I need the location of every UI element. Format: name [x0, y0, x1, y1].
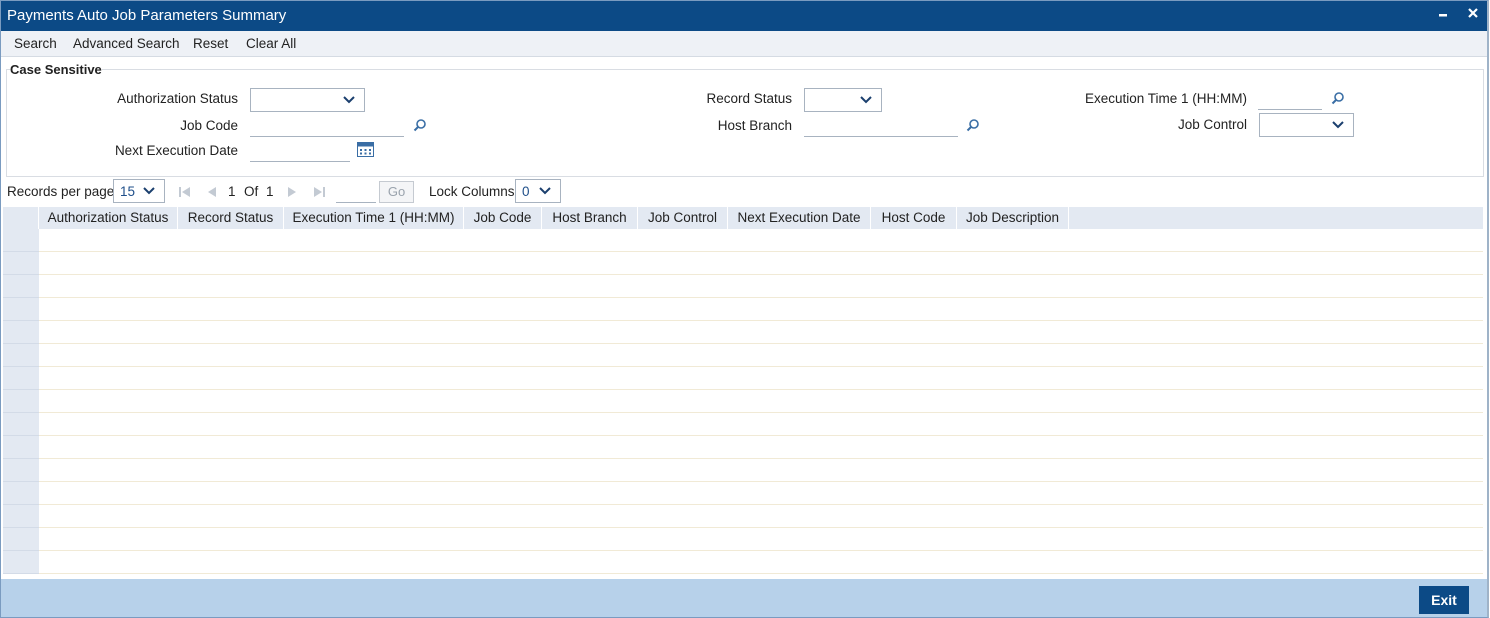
row-selector[interactable] [3, 482, 39, 505]
row-selector[interactable] [3, 252, 39, 275]
row-selector[interactable] [3, 528, 39, 551]
clear-all-button[interactable]: Clear All [246, 36, 296, 51]
job-code-lookup-icon[interactable] [413, 118, 429, 134]
window-title: Payments Auto Job Parameters Summary [7, 7, 287, 24]
table-row[interactable] [39, 505, 1483, 528]
footer-bar [1, 579, 1487, 617]
host-branch-label: Host Branch [717, 118, 792, 133]
exit-button[interactable]: Exit [1419, 586, 1469, 614]
table-row[interactable] [39, 321, 1483, 344]
next-page-icon[interactable] [285, 185, 299, 199]
lock-columns-select[interactable]: 0 [515, 179, 561, 203]
calendar-icon[interactable] [357, 142, 375, 158]
job-control-select[interactable] [1259, 113, 1354, 137]
table-row[interactable] [39, 275, 1483, 298]
column-job-control[interactable]: Job Control [638, 207, 728, 229]
job-control-label: Job Control [1177, 117, 1247, 132]
go-button[interactable]: Go [379, 181, 414, 203]
row-selector[interactable] [3, 367, 39, 390]
of-label: Of [244, 184, 259, 199]
page-number-input[interactable] [336, 181, 376, 203]
next-execution-date-label: Next Execution Date [114, 143, 238, 158]
table-row[interactable] [39, 344, 1483, 367]
case-sensitive-label: Case Sensitive [10, 62, 102, 77]
toolbar: Search Advanced Search Reset Clear All [1, 31, 1487, 57]
title-bar: Payments Auto Job Parameters Summary [1, 1, 1487, 31]
table-row[interactable] [39, 229, 1483, 252]
row-selector[interactable] [3, 459, 39, 482]
minimize-icon[interactable] [1433, 5, 1453, 25]
row-selector[interactable] [3, 321, 39, 344]
results-grid: Authorization Status Record Status Execu… [3, 207, 1483, 574]
select-all-column[interactable] [3, 207, 39, 229]
column-job-code[interactable]: Job Code [464, 207, 542, 229]
column-host-branch[interactable]: Host Branch [542, 207, 638, 229]
column-execution-time-1[interactable]: Execution Time 1 (HH:MM) [284, 207, 464, 229]
column-host-code[interactable]: Host Code [871, 207, 957, 229]
authorization-status-label: Authorization Status [117, 91, 238, 106]
execution-time-1-input[interactable] [1258, 88, 1322, 110]
reset-button[interactable]: Reset [193, 36, 228, 51]
execution-time-lookup-icon[interactable] [1331, 91, 1347, 107]
record-status-label: Record Status [706, 91, 792, 106]
host-branch-lookup-icon[interactable] [966, 118, 982, 134]
next-execution-date-input[interactable] [250, 140, 350, 162]
row-selector[interactable] [3, 551, 39, 574]
table-row[interactable] [39, 252, 1483, 275]
chevron-down-icon [538, 183, 552, 200]
close-icon[interactable] [1463, 5, 1483, 25]
row-selector[interactable] [3, 275, 39, 298]
chevron-down-icon [1331, 117, 1345, 134]
row-selector[interactable] [3, 505, 39, 528]
chevron-down-icon [859, 92, 873, 109]
current-page: 1 [228, 184, 236, 199]
column-authorization-status[interactable]: Authorization Status [39, 207, 178, 229]
first-page-icon[interactable] [178, 185, 192, 199]
table-row[interactable] [39, 367, 1483, 390]
total-pages: 1 [266, 184, 274, 199]
record-status-select[interactable] [804, 88, 882, 112]
row-selector[interactable] [3, 413, 39, 436]
records-per-page-label: Records per page [7, 184, 115, 199]
records-per-page-select[interactable]: 15 [113, 179, 165, 203]
last-page-icon[interactable] [312, 185, 326, 199]
job-code-label: Job Code [180, 118, 238, 133]
chevron-down-icon [142, 183, 156, 200]
column-next-execution-date[interactable]: Next Execution Date [728, 207, 871, 229]
job-code-input[interactable] [250, 115, 404, 137]
table-row[interactable] [39, 528, 1483, 551]
grid-header: Authorization Status Record Status Execu… [3, 207, 1483, 229]
host-branch-input[interactable] [804, 115, 958, 137]
table-row[interactable] [39, 459, 1483, 482]
chevron-down-icon [342, 92, 356, 109]
previous-page-icon[interactable] [205, 185, 219, 199]
table-row[interactable] [39, 298, 1483, 321]
row-selector[interactable] [3, 436, 39, 459]
row-selector[interactable] [3, 390, 39, 413]
table-row[interactable] [39, 390, 1483, 413]
row-selector[interactable] [3, 344, 39, 367]
table-row[interactable] [39, 482, 1483, 505]
table-row[interactable] [39, 413, 1483, 436]
row-selector[interactable] [3, 298, 39, 321]
advanced-search-button[interactable]: Advanced Search [73, 36, 180, 51]
column-record-status[interactable]: Record Status [178, 207, 284, 229]
search-button[interactable]: Search [14, 36, 57, 51]
column-job-description[interactable]: Job Description [957, 207, 1069, 229]
lock-columns-label: Lock Columns [429, 184, 515, 199]
row-selector[interactable] [3, 229, 39, 252]
table-row[interactable] [39, 436, 1483, 459]
summary-window: Payments Auto Job Parameters Summary Sea… [0, 0, 1489, 618]
table-row[interactable] [39, 551, 1483, 574]
execution-time-1-label: Execution Time 1 (HH:MM) [1084, 91, 1247, 106]
authorization-status-select[interactable] [250, 88, 365, 112]
